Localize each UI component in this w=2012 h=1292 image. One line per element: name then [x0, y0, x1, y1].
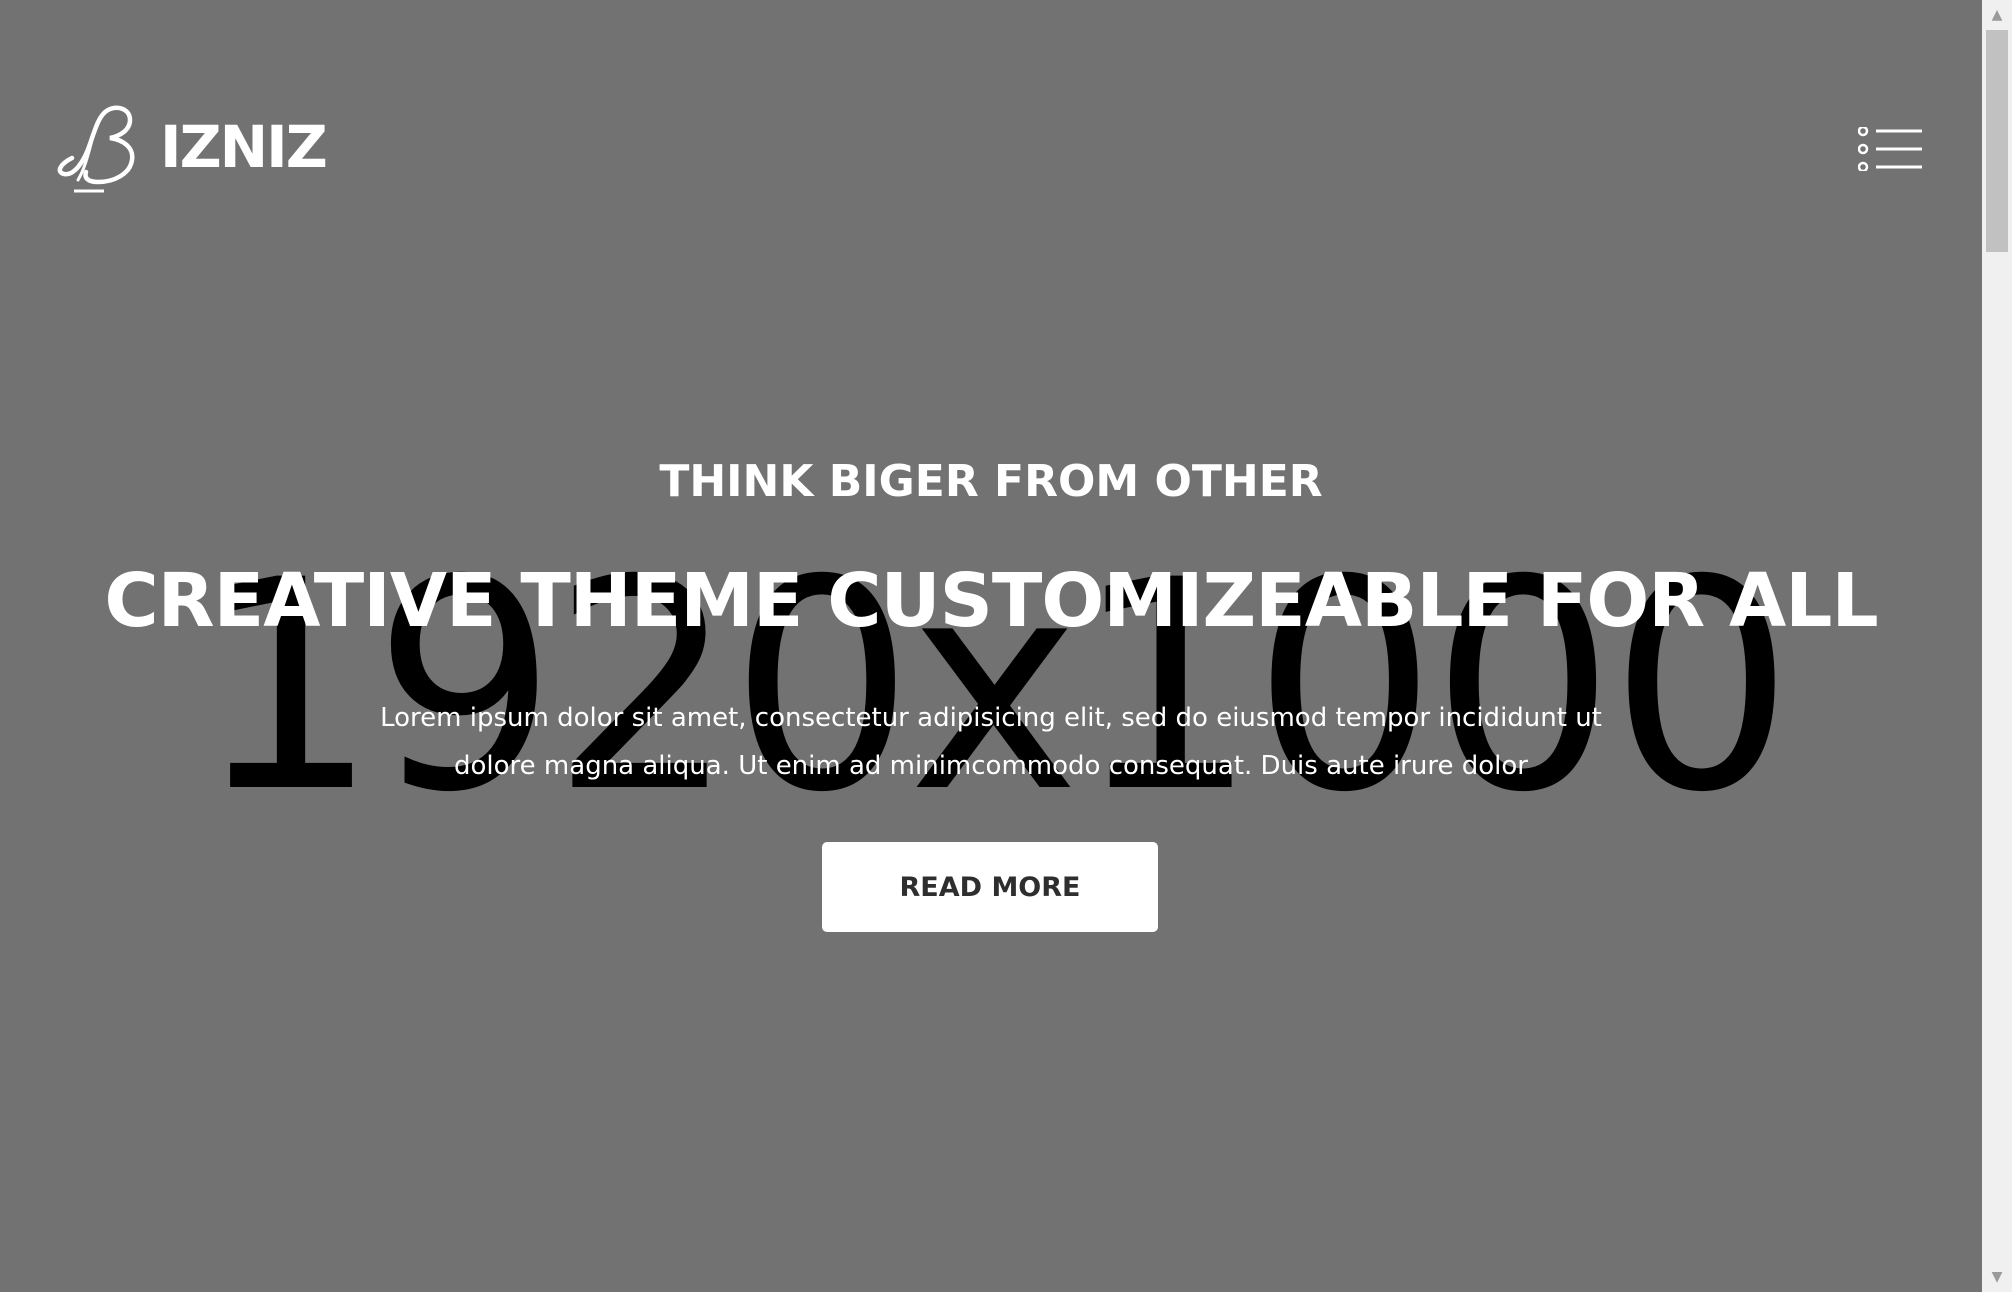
site-logo[interactable]: IZNIZ — [50, 100, 330, 195]
hero-headline: CREATIVE THEME CUSTOMIZEABLE FOR ALL — [104, 558, 1878, 644]
scrollbar-thumb[interactable] — [1986, 30, 2008, 252]
hero-description: Lorem ipsum dolor sit amet, consectetur … — [380, 703, 1602, 781]
menu-button[interactable] — [1857, 125, 1924, 173]
script-b-icon — [57, 105, 135, 193]
logo-wordmark: IZNIZ — [160, 113, 328, 181]
hamburger-menu-icon — [1857, 125, 1922, 173]
scroll-down-arrow-icon[interactable]: ▼ — [1982, 1262, 2012, 1292]
hero-kicker: THINK BIGER FROM OTHER — [659, 456, 1323, 507]
scroll-up-arrow-icon[interactable]: ▲ — [1982, 0, 2012, 30]
read-more-button[interactable]: READ MORE — [822, 842, 1158, 932]
hero-slide: 1920x1000 IZNIZ THINK BIGER FROM OTHER C… — [0, 0, 1982, 1292]
vertical-scrollbar[interactable]: ▲ ▼ — [1982, 0, 2012, 1292]
